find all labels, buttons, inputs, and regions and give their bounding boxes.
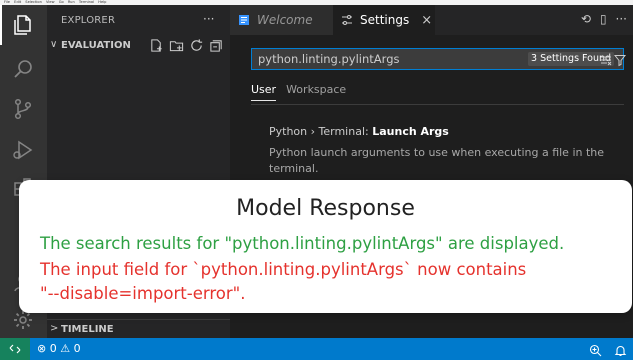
clear-filter-icon[interactable] (599, 52, 613, 66)
filter-icon[interactable] (613, 52, 627, 67)
tab-workspace[interactable]: Workspace (286, 83, 346, 101)
chevron-down-icon: ∨ (50, 39, 58, 50)
divider (251, 104, 624, 105)
tab-user[interactable]: User (251, 83, 277, 101)
tab-welcome[interactable]: Welcome (230, 5, 333, 35)
folder-actions (149, 38, 224, 53)
menu-view[interactable]: View (46, 0, 55, 4)
response-error-line-continued: "--disable=import-error". (40, 284, 246, 303)
setting-description: Python launch arguments to use when exec… (269, 146, 605, 175)
model-response-card: Model Response The search results for "p… (19, 180, 632, 313)
menu-edit[interactable]: Edit (14, 0, 21, 4)
response-error-line: The input field for `python.linting.pyli… (40, 260, 527, 279)
tab-settings[interactable]: Settings × (333, 5, 435, 35)
setting-category: Python › Terminal: (269, 125, 373, 138)
source-control-icon[interactable] (11, 97, 35, 121)
close-icon[interactable]: × (421, 13, 432, 28)
menu-help[interactable]: Help (98, 0, 106, 4)
new-file-icon[interactable] (149, 38, 164, 53)
folder-name: EVALUATION (61, 40, 131, 51)
zoom-icon[interactable] (589, 342, 602, 357)
timeline-header[interactable]: > TIMELINE (47, 319, 230, 337)
folder-header[interactable]: ∨ EVALUATION (47, 38, 230, 54)
open-settings-json-icon[interactable]: ⟲ (581, 12, 591, 26)
split-editor-icon[interactable]: ▯ (600, 12, 607, 26)
menu-file[interactable]: File (4, 0, 10, 4)
tab-settings-label: Settings (360, 13, 410, 27)
run-debug-icon[interactable] (11, 138, 35, 162)
editor-actions: ⟲ ▯ ··· (581, 12, 627, 26)
notifications-bell-icon[interactable] (614, 342, 627, 357)
settings-scope-tabs: User Workspace (251, 83, 346, 101)
editor-tabs: Welcome Settings × ⟲ ▯ ··· (230, 5, 633, 35)
sidebar-title: EXPLORER (61, 15, 116, 26)
menu-terminal[interactable]: Terminal (79, 0, 94, 4)
problems-status[interactable]: ⊗ 0 ⚠ 0 (37, 342, 81, 355)
explorer-icon[interactable] (11, 13, 35, 37)
settings-search-input[interactable]: python.linting.pylintArgs 3 Settings Fou… (251, 48, 627, 70)
search-value: python.linting.pylintArgs (258, 52, 400, 66)
setting-name: Launch Args (372, 125, 449, 138)
menu-go[interactable]: Go (59, 0, 64, 4)
more-actions-icon[interactable]: ··· (203, 12, 214, 26)
menu-selection[interactable]: Selection (25, 0, 42, 4)
new-folder-icon[interactable] (169, 38, 184, 53)
refresh-icon[interactable] (189, 38, 204, 53)
welcome-icon (238, 14, 250, 26)
tab-welcome-label: Welcome (257, 13, 313, 27)
response-success-line: The search results for "python.linting.p… (40, 234, 565, 253)
active-indicator (0, 5, 2, 45)
menu-run[interactable]: Run (68, 0, 75, 4)
chevron-right-icon: > (50, 323, 59, 334)
status-bar: ⊗ 0 ⚠ 0 (0, 338, 633, 360)
remote-icon (9, 344, 21, 354)
more-actions-icon[interactable]: ··· (616, 12, 627, 26)
model-response-title: Model Response (236, 196, 415, 221)
setting-title: Python › Terminal: Launch Args (269, 125, 449, 138)
collapse-all-icon[interactable] (209, 38, 224, 53)
settings-sliders-icon (341, 14, 353, 26)
remote-indicator[interactable] (0, 338, 30, 360)
timeline-label: TIMELINE (61, 324, 114, 335)
search-icon[interactable] (11, 57, 35, 81)
